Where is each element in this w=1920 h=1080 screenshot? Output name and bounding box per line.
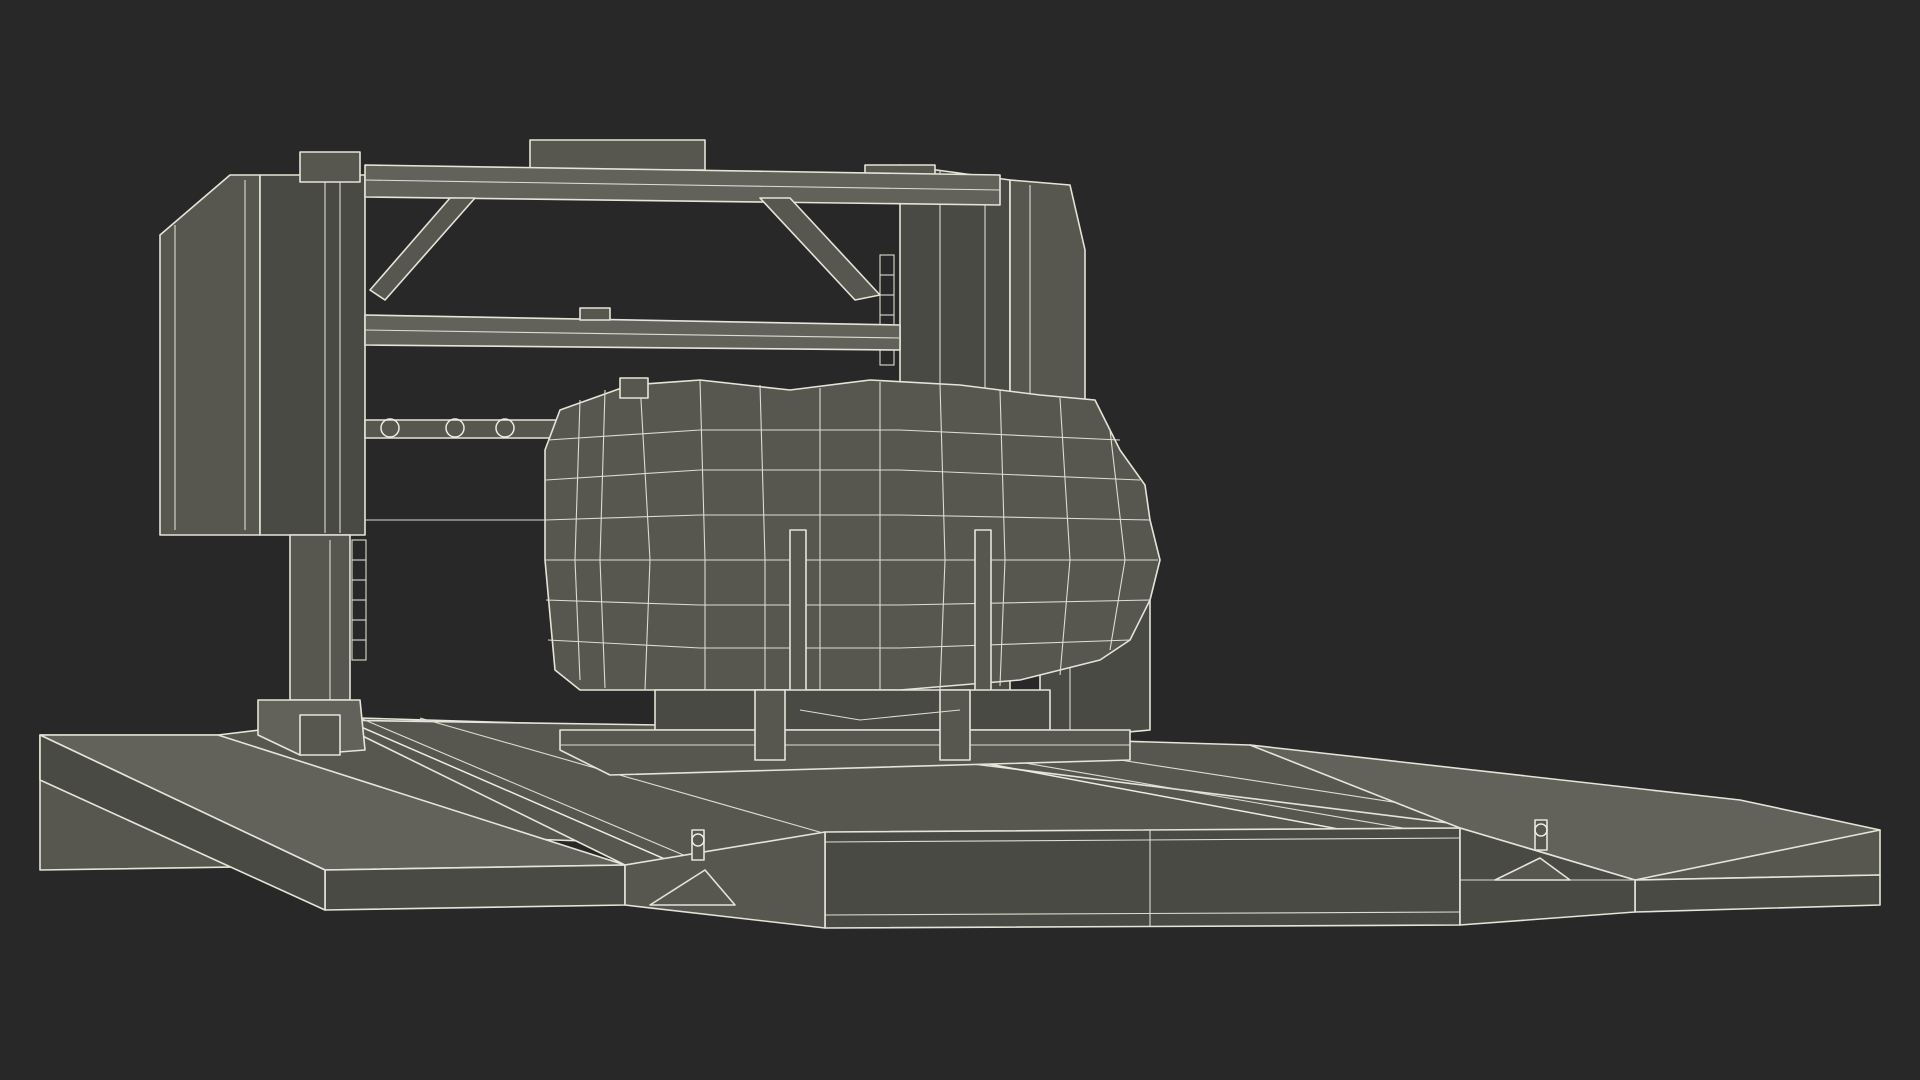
sawmill-wireframe-scene [39, 139, 1881, 929]
left-spring [351, 539, 367, 661]
middle-crossbar [364, 307, 901, 351]
left-tower [159, 174, 367, 756]
top-crossbar [299, 139, 1001, 301]
log [544, 377, 1161, 711]
blade-arm [364, 418, 566, 521]
log-carriage [559, 689, 1131, 776]
